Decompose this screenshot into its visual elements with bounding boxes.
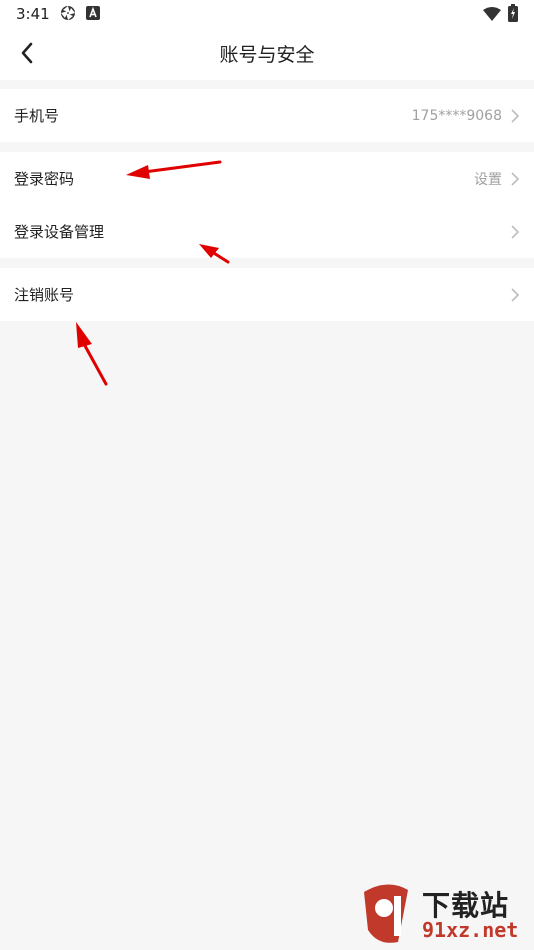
battery-charging-icon: [508, 4, 518, 26]
chevron-right-icon: [511, 224, 520, 239]
row-label: 登录密码: [14, 170, 75, 188]
wifi-icon: [483, 6, 501, 25]
chevron-right-icon: [511, 108, 520, 123]
notification-a-icon: [86, 5, 100, 24]
app-bar: 账号与安全: [0, 28, 534, 80]
watermark-logo-icon: [364, 884, 408, 943]
settings-group-phone: 手机号 175****9068: [0, 89, 534, 142]
row-delete-account[interactable]: 注销账号: [0, 268, 534, 321]
watermark: 下载站 91xz.net: [358, 882, 528, 946]
settings-group-account: 注销账号: [0, 268, 534, 321]
row-label: 注销账号: [14, 286, 75, 304]
chevron-right-icon: [511, 287, 520, 302]
aperture-icon: [60, 5, 76, 25]
annotation-arrow-delete: [76, 322, 108, 386]
row-login-password[interactable]: 登录密码 设置: [0, 152, 534, 205]
row-label: 手机号: [14, 107, 60, 125]
status-bar: 3:41: [0, 0, 534, 28]
settings-group-login: 登录密码 设置 登录设备管理: [0, 152, 534, 258]
row-login-device-management[interactable]: 登录设备管理: [0, 205, 534, 258]
watermark-text-domain: 91xz.net: [422, 918, 519, 942]
row-label: 登录设备管理: [14, 223, 105, 241]
row-phone-number[interactable]: 手机号 175****9068: [0, 89, 534, 142]
row-value: 175****9068: [411, 107, 502, 124]
page-title: 账号与安全: [219, 44, 315, 66]
status-time: 3:41: [16, 5, 50, 23]
row-value: 设置: [474, 171, 502, 188]
chevron-right-icon: [511, 171, 520, 186]
